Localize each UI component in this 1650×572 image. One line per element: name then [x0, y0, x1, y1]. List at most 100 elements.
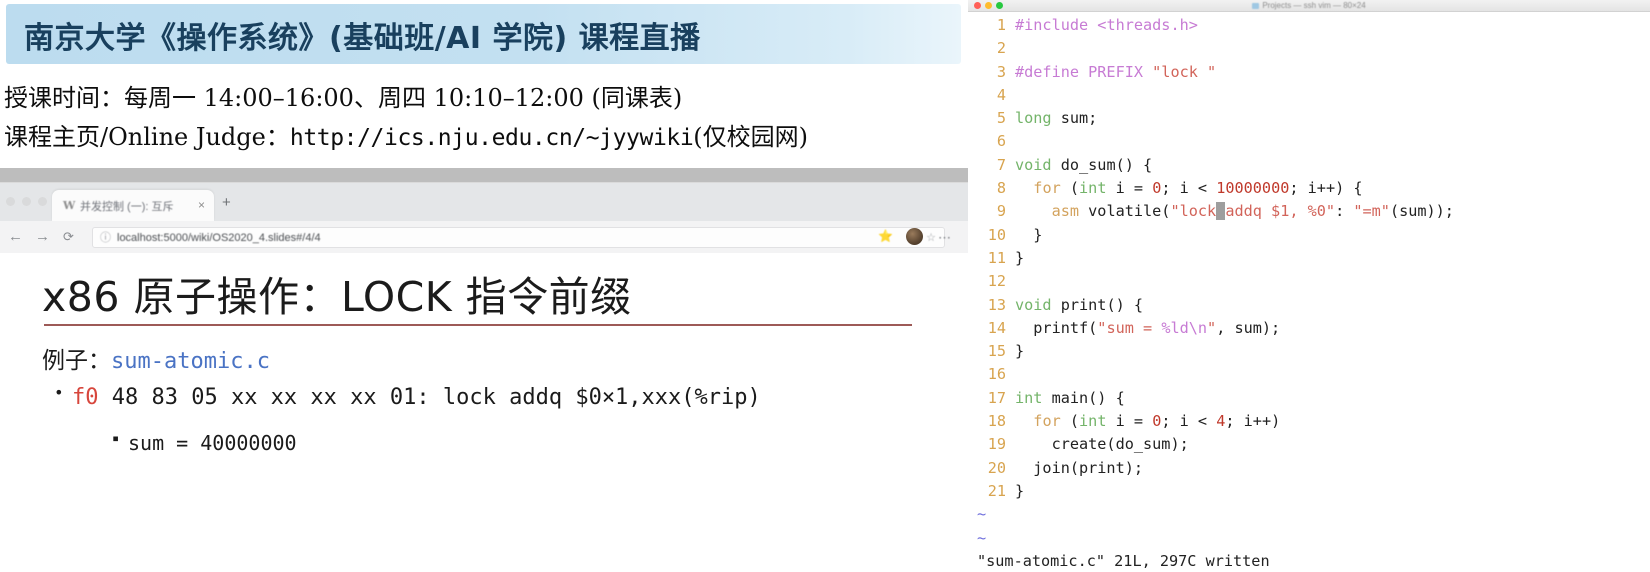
code-token: 4 — [1216, 412, 1226, 431]
code-token: ; i < — [1161, 412, 1217, 431]
line-number: 15 — [987, 342, 1006, 361]
terminal-title-text: Projects — ssh vim — 80×24 — [1262, 1, 1366, 10]
line-number: 2 — [996, 39, 1006, 58]
course-banner: 南京大学《操作系统》(基础班/AI 学院) 课程直播 — [6, 4, 961, 64]
code-line: 21} — [968, 480, 1650, 503]
code-token: print() { — [1051, 295, 1144, 314]
vim-buffer[interactable]: 1 #include <threads.h> 2 3 #define PREFIX "l… — [968, 12, 1650, 572]
code-token: int — [1079, 179, 1107, 198]
reveal-slide: x86 原子操作：LOCK 指令前缀 例子：sum-atomic.c f0 48… — [0, 253, 968, 572]
line-number: 4 — [996, 85, 1006, 104]
vim-status-line-row: "sum-atomic.c" 21L, 297C written — [968, 550, 1650, 572]
collections-star-icon[interactable]: ⭐ — [878, 229, 893, 243]
close-window-dot[interactable] — [6, 197, 15, 206]
capture-divider — [0, 168, 968, 182]
terminal-window: Projects — ssh vim — 80×24 1 #include <th… — [968, 0, 1650, 572]
code-token: sum; — [1051, 109, 1098, 128]
text-cursor — [1216, 202, 1226, 221]
screen-root: 南京大学《操作系统》(基础班/AI 学院) 课程直播 授课时间：每周一 14:0… — [0, 0, 1650, 572]
code-line: 1 #include <threads.h> — [968, 14, 1650, 37]
line-number: 7 — [996, 155, 1006, 174]
code-token: create(do_sum); — [1015, 435, 1189, 454]
line-number: 3 — [996, 62, 1006, 81]
code-line: 4 — [968, 84, 1650, 107]
code-line: 2 — [968, 37, 1650, 60]
browser-tabstrip: W 并发控制 (一): 互斥 × + — [0, 183, 968, 221]
slide-bullet-machine-code: f0 48 83 05 xx xx xx xx 01: lock addq $0… — [54, 383, 761, 410]
forward-arrow-icon[interactable]: → — [35, 228, 50, 246]
new-tab-button[interactable]: + — [222, 195, 231, 210]
code-line: 16 — [968, 363, 1650, 386]
more-options-icon[interactable]: ⋯ — [938, 230, 952, 246]
code-token: void — [1015, 295, 1052, 314]
code-token: i = — [1106, 179, 1153, 198]
reload-icon[interactable]: ⟳ — [63, 228, 74, 246]
line-number: 18 — [987, 412, 1006, 431]
code-line: 3 #define PREFIX "lock " — [968, 61, 1650, 84]
slide-example-filename[interactable]: sum-atomic.c — [111, 349, 270, 374]
code-line: 20 join(print); — [968, 457, 1650, 480]
close-icon[interactable]: × — [198, 197, 205, 213]
course-banner-title: 南京大学《操作系统》(基础班/AI 学院) 课程直播 — [24, 21, 701, 56]
browser-tab-title: 并发控制 (一): 互斥 — [80, 201, 174, 213]
maximize-window-dot[interactable] — [38, 197, 47, 206]
code-line: 11} — [968, 247, 1650, 270]
code-token: : — [1335, 202, 1354, 221]
browser-tab[interactable]: W 并发控制 (一): 互斥 × — [52, 190, 214, 221]
back-arrow-icon[interactable]: ← — [8, 228, 23, 246]
code-line: 12 — [968, 270, 1650, 293]
code-token: i = — [1106, 412, 1153, 431]
code-token: <threads.h> — [1097, 16, 1198, 34]
tilde-icon: ~ — [977, 528, 987, 547]
empty-line-marker: ~ — [968, 527, 1650, 550]
code-line: 10 } — [968, 224, 1650, 247]
code-line: 9 asm volatile("lock addq $1, %0": "=m"(… — [968, 200, 1650, 223]
code-line: 15} — [968, 340, 1650, 363]
address-bar[interactable]: ⓘ localhost:5000/wiki/OS2020_4.slides#/4… — [92, 227, 945, 248]
line-number: 19 — [987, 435, 1006, 454]
course-home-url: http://ics.nju.edu.cn/~jyywiki — [289, 125, 694, 151]
code-token: int — [1079, 412, 1107, 431]
line-number: 5 — [996, 109, 1006, 128]
course-home-line: 课程主页/Online Judge：http://ics.nju.edu.cn/… — [4, 117, 808, 152]
minimize-window-dot[interactable] — [22, 197, 31, 206]
line-number: 17 — [987, 388, 1006, 407]
code-token: "sum = — [1097, 318, 1162, 337]
code-token: ( — [1060, 412, 1080, 431]
code-token: do_sum() { — [1051, 155, 1153, 174]
code-line: 17 int main() { — [968, 387, 1650, 410]
slide-title: x86 原子操作：LOCK 指令前缀 — [42, 273, 632, 321]
address-bar-url: localhost:5000/wiki/OS2020_4.slides#/4/4 — [117, 232, 321, 244]
site-info-icon[interactable]: ⓘ — [100, 231, 111, 246]
line-number: 14 — [987, 318, 1006, 337]
code-token: , sum); — [1216, 318, 1281, 337]
line-number: 1 — [996, 16, 1006, 34]
code-line: 6 — [968, 130, 1650, 153]
code-token: for — [1033, 412, 1061, 431]
code-line: 13 void print() { — [968, 294, 1650, 317]
code-token: } — [1015, 225, 1043, 244]
course-home-label: 课程主页/Online Judge： — [4, 123, 290, 151]
vim-status-line: "sum-atomic.c" 21L, 297C written — [977, 551, 1270, 570]
slide-title-rule — [44, 324, 912, 326]
terminal-titlebar: Projects — ssh vim — 80×24 — [968, 0, 1650, 12]
browser-window: W 并发控制 (一): 互斥 × + ← → ⟳ ⓘ localhost:500… — [0, 182, 968, 572]
code-token: "lock " — [1152, 62, 1217, 81]
code-line: 7 void do_sum() { — [968, 154, 1650, 177]
line-number: 9 — [996, 202, 1006, 221]
browser-window-controls[interactable] — [6, 197, 47, 206]
code-token: addq $1, %0" — [1225, 202, 1336, 221]
slide-example-label: 例子： — [42, 348, 111, 374]
code-token: } — [1015, 248, 1025, 267]
code-token: ; i++) — [1225, 412, 1281, 431]
code-line: 8 for (int i = 0; i < 10000000; i++) { — [968, 177, 1650, 200]
bookmark-star-icon[interactable]: ☆ — [926, 231, 936, 246]
line-number: 12 — [987, 272, 1006, 291]
code-token: "lock — [1170, 202, 1217, 221]
code-token: #define PREFIX — [1015, 62, 1153, 81]
avatar[interactable] — [906, 228, 923, 245]
code-token: } — [1015, 481, 1025, 500]
code-token: 0 — [1152, 179, 1162, 198]
wiki-favicon-icon: W — [63, 199, 76, 212]
